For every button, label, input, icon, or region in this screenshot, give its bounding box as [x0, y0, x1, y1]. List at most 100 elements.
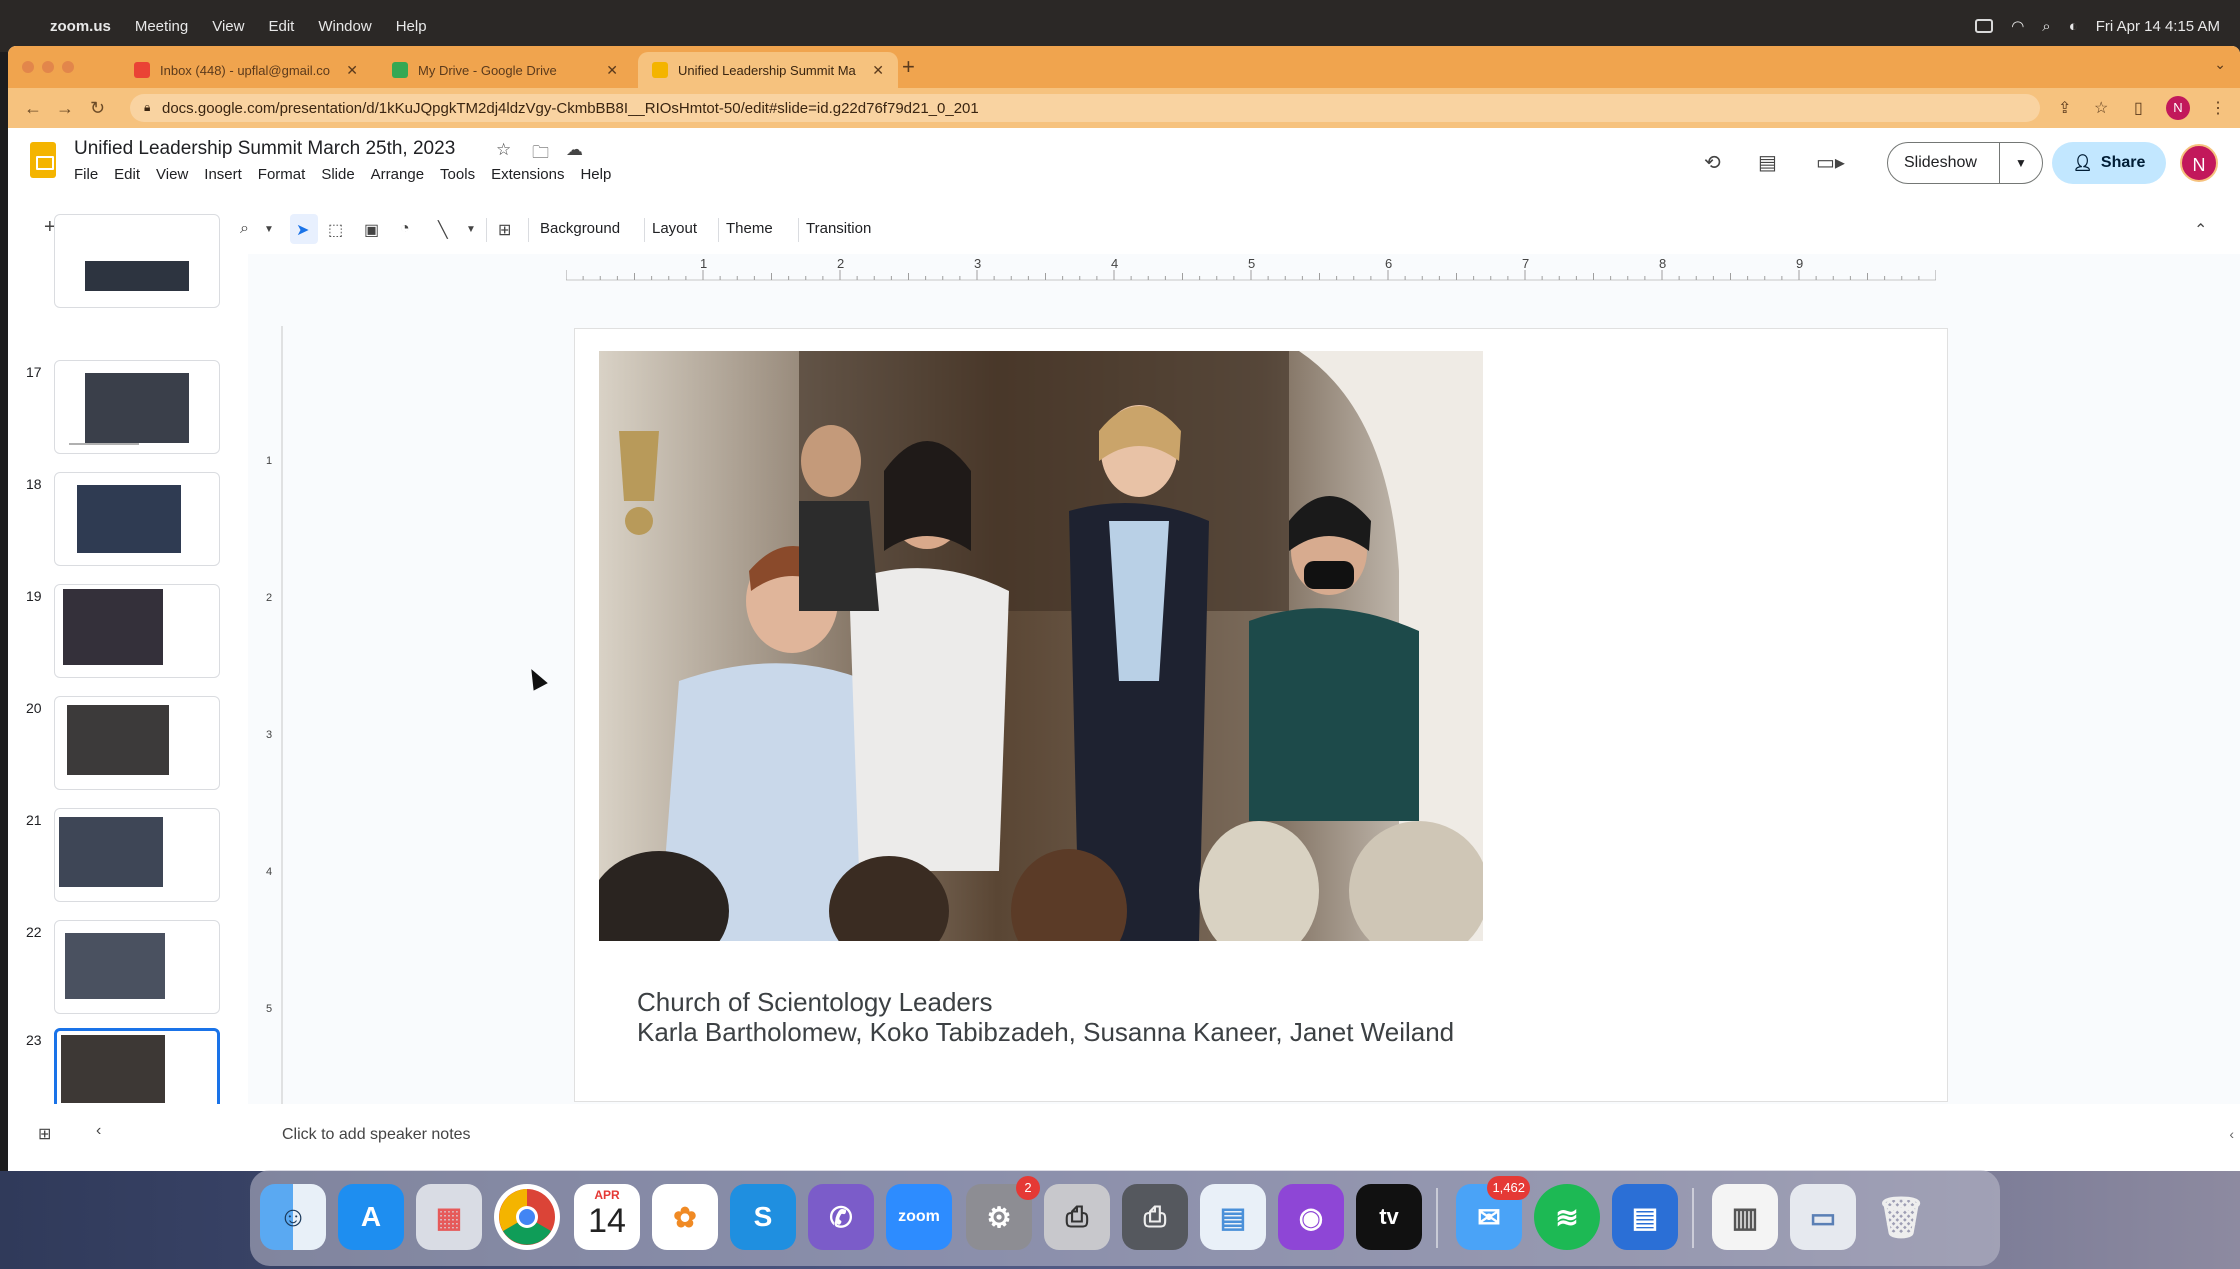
side-panel-chevron-icon[interactable]: ‹ — [2229, 1126, 2234, 1142]
chrome-icon[interactable] — [494, 1184, 560, 1250]
window-zoom-button[interactable] — [62, 61, 74, 73]
theme-button[interactable]: Theme — [726, 220, 773, 237]
back-icon[interactable]: ← — [24, 98, 42, 119]
filmstrip-row[interactable]: 19 — [8, 584, 248, 680]
meet-camera-icon[interactable]: ▭▸ — [1816, 150, 1845, 175]
menu-insert[interactable]: Insert — [204, 166, 242, 183]
slide-thumbnail[interactable] — [54, 214, 220, 308]
filmstrip-row[interactable]: 20 — [8, 696, 248, 792]
system-preferences-icon[interactable]: ⚙ 2 — [966, 1176, 1040, 1250]
filmstrip-row[interactable]: 21 — [8, 808, 248, 904]
slide-thumbnail[interactable] — [54, 808, 220, 902]
downloads-stack-icon[interactable]: ▭ — [1790, 1184, 1856, 1250]
slide-thumbnail[interactable] — [54, 584, 220, 678]
slides-logo-icon[interactable] — [30, 142, 56, 178]
url-input[interactable]: 🔒︎ docs.google.com/presentation/d/1kKuJQ… — [130, 94, 2040, 122]
menubar-item-meeting[interactable]: Meeting — [135, 18, 188, 35]
image-icon[interactable]: ▣ — [364, 220, 379, 240]
skype-icon[interactable]: S — [730, 1184, 796, 1250]
speaker-notes-panel[interactable]: ⊞ ‹ Click to add speaker notes ‹ — [8, 1104, 2240, 1171]
bookmark-star-icon[interactable]: ☆ — [2094, 98, 2108, 118]
menu-edit[interactable]: Edit — [114, 166, 140, 183]
tab-slides[interactable]: Unified Leadership Summit Ma ✕ — [638, 52, 898, 88]
background-button[interactable]: Background — [540, 220, 620, 237]
menubar-item-window[interactable]: Window — [318, 18, 371, 35]
menubar-item-help[interactable]: Help — [396, 18, 427, 35]
close-icon[interactable]: ✕ — [606, 62, 618, 79]
comment-add-icon[interactable]: ⊞ — [498, 220, 511, 240]
tab-gmail[interactable]: Inbox (448) - upflal@gmail.co ✕ — [120, 52, 372, 88]
wifi-icon[interactable]: ◠ — [2011, 17, 2024, 35]
window-minimize-button[interactable] — [42, 61, 54, 73]
apple-tv-icon[interactable]: tv — [1356, 1184, 1422, 1250]
menubar-item-edit[interactable]: Edit — [268, 18, 294, 35]
menu-view[interactable]: View — [156, 166, 188, 183]
close-icon[interactable]: ✕ — [872, 62, 884, 79]
document-stack-icon[interactable]: ▥ — [1712, 1184, 1778, 1250]
version-history-icon[interactable]: ⟲ — [1704, 150, 1721, 175]
chevron-down-icon[interactable]: ▼ — [466, 224, 476, 235]
printer-queue-icon[interactable]: ⎙ — [1122, 1184, 1188, 1250]
vpn-icon[interactable]: ▤ — [1612, 1184, 1678, 1250]
lock-icon[interactable]: 🔒︎ — [144, 100, 150, 115]
account-avatar[interactable]: N — [2180, 144, 2218, 182]
move-folder-icon[interactable]: 🗀︎ — [532, 140, 549, 169]
new-tab-button[interactable]: + — [902, 54, 915, 80]
app-store-icon[interactable]: A — [338, 1184, 404, 1250]
transition-button[interactable]: Transition — [806, 220, 871, 237]
menu-arrange[interactable]: Arrange — [371, 166, 424, 183]
photos-icon[interactable]: ✿ — [652, 1184, 718, 1250]
slide-caption[interactable]: Church of Scientology Leaders Karla Bart… — [637, 987, 1454, 1047]
menu-slide[interactable]: Slide — [321, 166, 354, 183]
scanner-icon[interactable]: ▤ — [1200, 1184, 1266, 1250]
trash-icon[interactable]: 🗑︎ — [1868, 1184, 1934, 1250]
reload-icon[interactable]: ↻ — [90, 98, 105, 119]
slide-thumb-16[interactable] — [8, 214, 248, 310]
mail-icon[interactable]: ✉ 1,462 — [1456, 1176, 1530, 1250]
search-icon[interactable]: ⌕ — [2042, 18, 2050, 35]
menubar-item-view[interactable]: View — [212, 18, 244, 35]
cloud-saved-icon[interactable]: ☁︎ — [566, 140, 583, 160]
menubar-app-name[interactable]: zoom.us — [50, 18, 111, 35]
comments-icon[interactable]: ▤ — [1758, 150, 1777, 175]
text-box-icon[interactable]: ⬚ — [328, 220, 343, 240]
shape-icon[interactable]: ◔ — [400, 220, 410, 238]
share-page-icon[interactable]: ⇪ — [2058, 98, 2071, 118]
forward-icon[interactable]: → — [56, 98, 74, 119]
chevron-down-icon[interactable]: ▼ — [264, 224, 274, 235]
menu-format[interactable]: Format — [258, 166, 306, 183]
close-icon[interactable]: ✕ — [346, 62, 358, 79]
slide-thumbnail[interactable] — [54, 472, 220, 566]
menu-extensions[interactable]: Extensions — [491, 166, 564, 183]
grid-view-icon[interactable]: ⊞ — [38, 1124, 51, 1144]
speaker-notes-placeholder[interactable]: Click to add speaker notes — [282, 1126, 471, 1144]
collapse-toolbar-icon[interactable]: ⌃ — [2194, 220, 2207, 240]
status-tray-icon[interactable] — [1975, 19, 1994, 33]
star-icon[interactable]: ☆ — [496, 140, 511, 160]
browser-menu-icon[interactable]: ⋮ — [2210, 98, 2226, 118]
slideshow-button[interactable]: Slideshow ▼ — [1887, 142, 2043, 184]
printer-icon[interactable]: ⎙ — [1044, 1184, 1110, 1250]
filmstrip-row[interactable]: 17 — [8, 360, 248, 456]
line-icon[interactable]: ╲ — [438, 220, 448, 240]
filmstrip-row[interactable]: 18 — [8, 472, 248, 568]
zoom-icon[interactable]: zoom — [886, 1184, 952, 1250]
select-cursor-icon[interactable]: ➤ — [296, 220, 309, 240]
menu-file[interactable]: File — [74, 166, 98, 183]
slide-thumbnail[interactable] — [54, 696, 220, 790]
chevron-down-icon[interactable]: ▼ — [2000, 156, 2042, 170]
group-photo[interactable] — [599, 351, 1483, 941]
finder-icon[interactable]: ☺︎ — [260, 1184, 326, 1250]
podcasts-icon[interactable]: ◉ — [1278, 1184, 1344, 1250]
launchpad-icon[interactable]: ▦ — [416, 1184, 482, 1250]
menu-tools[interactable]: Tools — [440, 166, 475, 183]
tab-search-icon[interactable]: ⌄ — [2214, 56, 2226, 73]
filmstrip-row[interactable]: 22 — [8, 920, 248, 1016]
viber-icon[interactable]: ✆ — [808, 1184, 874, 1250]
layout-button[interactable]: Layout — [652, 220, 697, 237]
spotify-icon[interactable]: ≋ — [1534, 1184, 1600, 1250]
menubar-clock[interactable]: Fri Apr 14 4:15 AM — [2096, 18, 2220, 35]
slide-thumbnail[interactable] — [54, 920, 220, 1014]
menu-help[interactable]: Help — [580, 166, 611, 183]
tab-google-drive[interactable]: My Drive - Google Drive ✕ — [378, 52, 632, 88]
